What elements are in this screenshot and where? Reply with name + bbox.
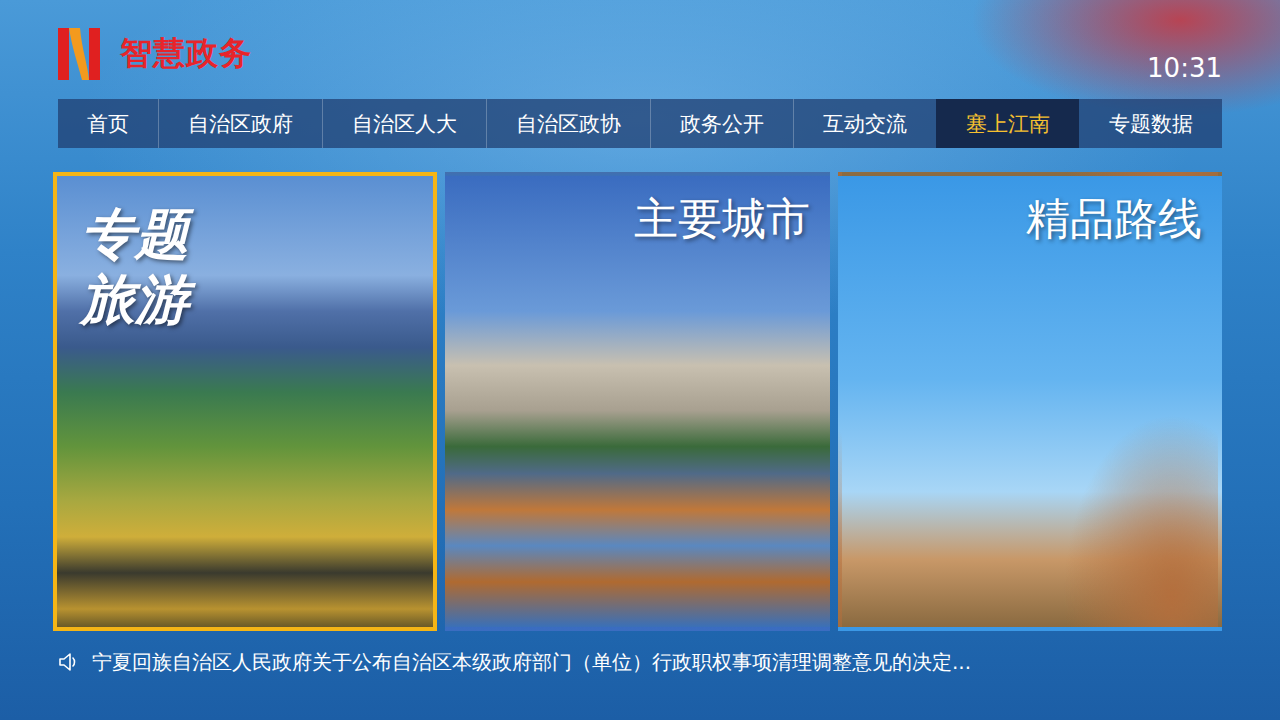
card-title: 精品路线: [1026, 190, 1202, 249]
nav-item[interactable]: 塞上江南: [936, 99, 1079, 148]
nav-item[interactable]: 互动交流: [793, 99, 936, 148]
clock: 10:31: [1147, 53, 1222, 99]
nav-item[interactable]: 自治区政府: [158, 99, 322, 148]
brand: 智慧政务: [58, 28, 252, 80]
feature-card[interactable]: 主要城市: [445, 172, 829, 631]
nav-item[interactable]: 自治区人大: [322, 99, 486, 148]
smart-government-screen: 智慧政务10:31首页自治区政府自治区人大自治区政协政务公开互动交流塞上江南专题…: [0, 0, 1280, 720]
logo-icon: [58, 28, 100, 80]
nav-bar: 首页自治区政府自治区人大自治区政协政务公开互动交流塞上江南专题数据: [58, 99, 1222, 148]
speaker-icon: [58, 651, 80, 673]
logo-text: 智慧政务: [120, 32, 252, 76]
card-row: 专题旅游 主要城市 精品路线: [53, 172, 1222, 631]
news-ticker[interactable]: 宁夏回族自治区人民政府关于公布自治区本级政府部门（单位）行政职权事项清理调整意见…: [58, 645, 1222, 679]
nav-item[interactable]: 专题数据: [1079, 99, 1222, 148]
nav-item[interactable]: 政务公开: [650, 99, 793, 148]
feature-card[interactable]: 精品路线: [838, 172, 1222, 631]
nav-item[interactable]: 首页: [58, 99, 158, 148]
nav-item[interactable]: 自治区政协: [486, 99, 650, 148]
feature-card[interactable]: 专题旅游: [53, 172, 437, 631]
card-title: 主要城市: [634, 190, 810, 249]
card-title: 专题旅游: [81, 202, 189, 332]
header: 智慧政务 10:31: [0, 0, 1280, 99]
ticker-text: 宁夏回族自治区人民政府关于公布自治区本级政府部门（单位）行政职权事项清理调整意见…: [92, 649, 971, 676]
